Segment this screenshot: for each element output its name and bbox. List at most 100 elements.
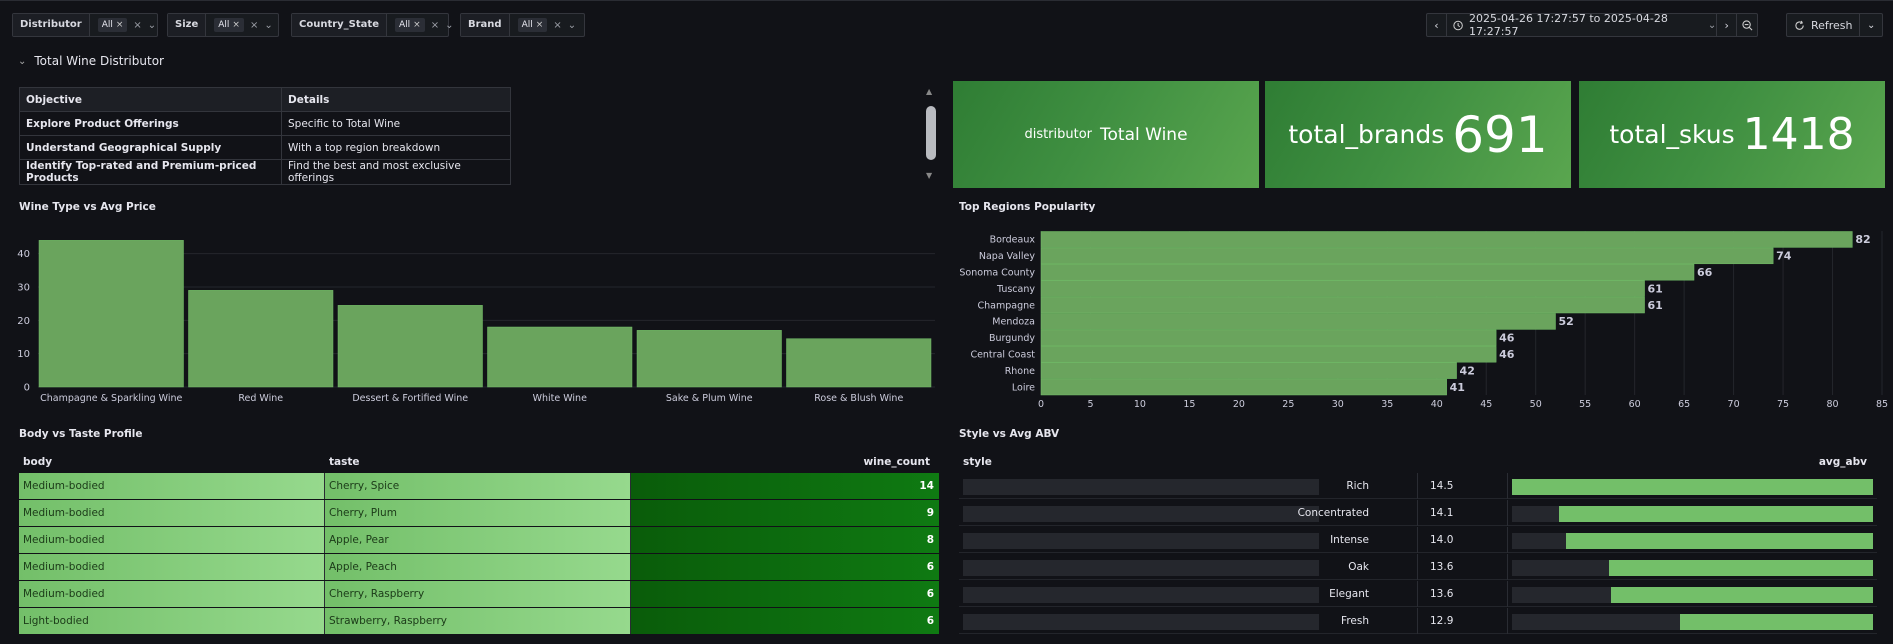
y-tick-label: Rhone bbox=[1005, 366, 1035, 377]
chevron-down-icon[interactable]: ⌄ bbox=[264, 20, 272, 31]
chevron-down-icon[interactable]: ⌄ bbox=[568, 20, 576, 31]
time-forward-button[interactable]: › bbox=[1717, 14, 1738, 36]
column-header[interactable]: avg_abv bbox=[1419, 456, 1873, 468]
panel-title: Body vs Taste Profile bbox=[19, 428, 143, 440]
y-tick-label: Loire bbox=[1012, 382, 1035, 393]
column-header[interactable]: taste bbox=[325, 456, 631, 468]
time-range-picker[interactable]: 2025-04-26 17:27:57 to 2025-04-28 17:27:… bbox=[1447, 12, 1718, 38]
bar bbox=[1040, 231, 1853, 248]
filter-country-state[interactable]: Country_State All × × ⌄ bbox=[291, 13, 453, 37]
data-label: 42 bbox=[1460, 364, 1475, 377]
panel-title: Style vs Avg ABV bbox=[959, 428, 1060, 440]
column-header[interactable]: body bbox=[19, 456, 325, 468]
style-label: Oak bbox=[1348, 561, 1369, 573]
chip-remove-icon[interactable]: × bbox=[536, 18, 544, 32]
x-tick-label: 75 bbox=[1777, 399, 1789, 410]
column-divider bbox=[1507, 554, 1508, 580]
table-row: Medium-bodied Apple, Pear 8 bbox=[19, 527, 939, 553]
data-label: 61 bbox=[1648, 282, 1663, 295]
gauge-fill bbox=[1566, 533, 1873, 549]
table-cell: Medium-bodied bbox=[19, 500, 325, 526]
filter-value[interactable]: All × × ⌄ bbox=[387, 14, 460, 36]
filter-size[interactable]: Size All × × ⌄ bbox=[167, 13, 279, 37]
column-divider bbox=[1507, 527, 1508, 553]
bar bbox=[1040, 280, 1645, 297]
stat-label: total_brands bbox=[1288, 120, 1445, 149]
table-row: Light-bodied Strawberry, Raspberry 6 bbox=[19, 608, 939, 634]
scroll-thumb[interactable] bbox=[926, 106, 936, 160]
objective-table: Objective Details Explore Product Offeri… bbox=[19, 87, 511, 185]
style-label: Intense bbox=[1330, 534, 1369, 546]
chip-remove-icon[interactable]: × bbox=[232, 18, 240, 32]
zoom-out-button[interactable] bbox=[1737, 14, 1757, 36]
table-cell: 6 bbox=[631, 554, 939, 580]
filter-chip[interactable]: All × bbox=[97, 18, 128, 32]
refresh-interval-dropdown[interactable]: ⌄ bbox=[1860, 14, 1882, 36]
column-divider bbox=[1417, 473, 1418, 499]
stat-value: 1418 bbox=[1742, 109, 1855, 160]
body-taste-table: body taste wine_count Medium-bodied Cher… bbox=[19, 452, 939, 634]
gauge-track bbox=[1512, 587, 1873, 603]
x-tick-label: Dessert & Fortified Wine bbox=[352, 393, 468, 404]
x-tick-label: 10 bbox=[1134, 399, 1146, 410]
chip-remove-icon[interactable]: × bbox=[413, 18, 421, 32]
bar bbox=[38, 240, 184, 388]
filter-brand[interactable]: Brand All × × ⌄ bbox=[460, 13, 585, 37]
bar bbox=[188, 290, 334, 388]
table-header-row: body taste wine_count bbox=[19, 452, 939, 472]
y-tick-label: 30 bbox=[17, 283, 30, 294]
chip-remove-icon[interactable]: × bbox=[116, 18, 124, 32]
scroll-down-icon[interactable]: ▼ bbox=[926, 171, 932, 180]
clear-icon[interactable]: × bbox=[553, 20, 561, 31]
top-regions-chart: 0 5 10 15 20 25 30 35 40 45 50 55 60 65 70 75 80 85 Bordea… bbox=[959, 231, 1888, 410]
filter-chip[interactable]: All × bbox=[394, 18, 425, 32]
section-header[interactable]: ⌄ Total Wine Distributor bbox=[18, 54, 164, 68]
panel-title: Wine Type vs Avg Price bbox=[19, 201, 156, 213]
abv-value: 14.5 bbox=[1430, 480, 1454, 492]
column-header[interactable]: style bbox=[959, 456, 1419, 468]
chevron-down-icon[interactable]: ⌄ bbox=[445, 20, 453, 31]
chevron-down-icon[interactable]: ⌄ bbox=[148, 20, 156, 31]
table-cell: 6 bbox=[631, 581, 939, 607]
time-range-controls: ‹ 2025-04-26 17:27:57 to 2025-04-28 17:2… bbox=[1426, 12, 1758, 38]
table-cell: Light-bodied bbox=[19, 608, 325, 634]
stat-value: 691 bbox=[1452, 105, 1548, 164]
scroll-up-icon[interactable]: ▲ bbox=[926, 87, 932, 96]
collapse-chevron-icon[interactable]: ⌄ bbox=[18, 56, 26, 67]
clear-icon[interactable]: × bbox=[431, 20, 439, 31]
filter-chip[interactable]: All × bbox=[517, 18, 548, 32]
column-header[interactable]: wine_count bbox=[631, 456, 939, 468]
bar bbox=[1040, 346, 1497, 363]
table-header-row: style avg_abv bbox=[959, 452, 1877, 472]
top-border bbox=[0, 0, 1893, 1]
table-scrollbar[interactable]: ▲ ▼ bbox=[924, 87, 938, 180]
clear-icon[interactable]: × bbox=[133, 20, 141, 31]
table-cell: 6 bbox=[631, 608, 939, 634]
filter-distributor[interactable]: Distributor All × × ⌄ bbox=[12, 13, 158, 37]
time-back-button[interactable]: ‹ bbox=[1427, 14, 1447, 36]
x-tick-label: 70 bbox=[1728, 399, 1740, 410]
table-cell: Apple, Peach bbox=[325, 554, 631, 580]
bar bbox=[1040, 362, 1457, 379]
style-label: Fresh bbox=[1341, 615, 1369, 627]
time-range-text: 2025-04-26 17:27:57 to 2025-04-28 17:27:… bbox=[1469, 12, 1668, 38]
data-label: 66 bbox=[1697, 266, 1713, 279]
table-row: Medium-bodied Cherry, Raspberry 6 bbox=[19, 581, 939, 607]
filter-value[interactable]: All × × ⌄ bbox=[510, 14, 583, 36]
clear-icon[interactable]: × bbox=[250, 20, 258, 31]
abv-value: 13.6 bbox=[1430, 588, 1454, 600]
table-cell: With a top region breakdown bbox=[281, 135, 511, 160]
chevron-down-icon: ⌄ bbox=[1867, 19, 1876, 31]
table-row: Intense 14.0 bbox=[959, 527, 1877, 553]
x-tick-label: White Wine bbox=[533, 393, 587, 404]
filter-value[interactable]: All × × ⌄ bbox=[90, 14, 163, 36]
x-tick-label: 85 bbox=[1876, 399, 1888, 410]
refresh-controls: Refresh ⌄ bbox=[1786, 13, 1883, 37]
zoom-out-icon bbox=[1741, 19, 1753, 30]
table-cell: Explore Product Offerings bbox=[19, 111, 282, 136]
filter-chip[interactable]: All × bbox=[214, 18, 244, 32]
table-row: Rich 14.5 bbox=[959, 473, 1877, 499]
filter-value[interactable]: All × × ⌄ bbox=[206, 14, 279, 36]
filter-label: Brand bbox=[461, 14, 510, 36]
refresh-button[interactable]: Refresh bbox=[1787, 14, 1861, 36]
